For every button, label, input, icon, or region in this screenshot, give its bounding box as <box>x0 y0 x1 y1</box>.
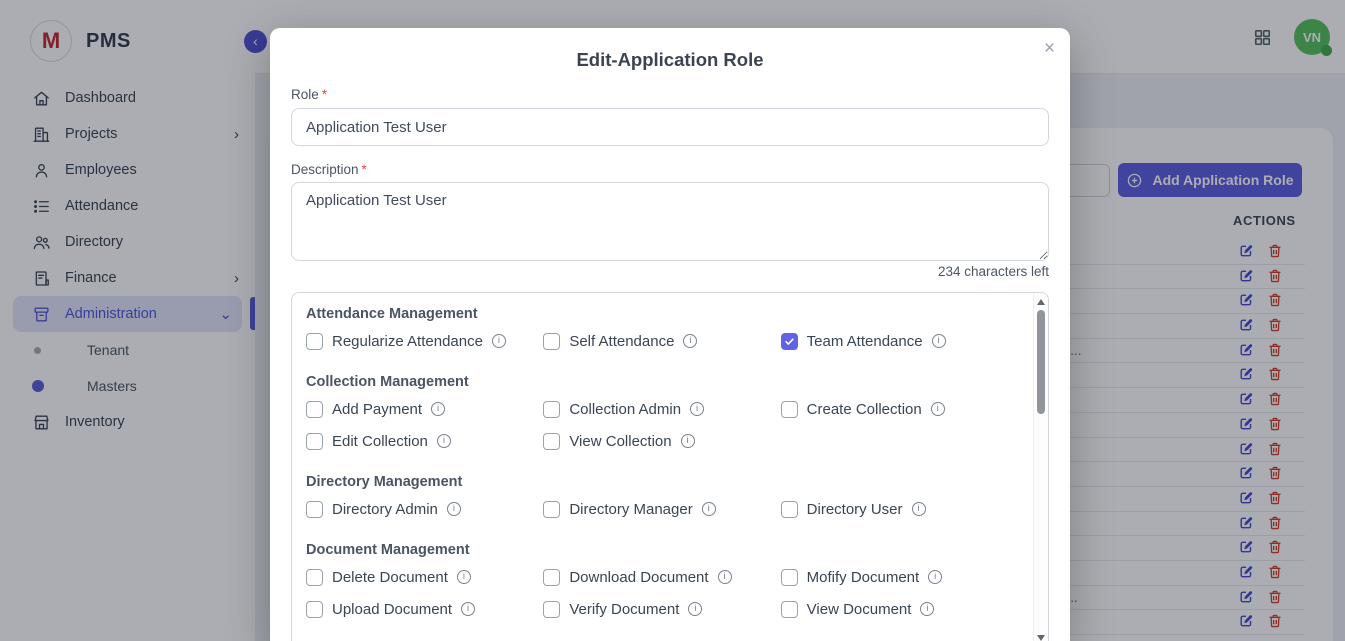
info-icon[interactable]: i <box>447 502 461 516</box>
permission-item-upload-document: Upload Document i <box>306 599 543 619</box>
permission-label: Mofify Document <box>807 569 920 586</box>
checkbox-edit-collection[interactable] <box>306 433 323 450</box>
permission-item-team-attendance: Team Attendance i <box>781 331 1018 351</box>
permission-label: Edit Collection <box>332 433 428 450</box>
info-icon[interactable]: i <box>931 402 945 416</box>
permission-group-title: Directory Management <box>306 461 1018 491</box>
permission-label: Self Attendance <box>569 333 674 350</box>
info-icon[interactable]: i <box>932 334 946 348</box>
permission-group-title: Document Management <box>306 529 1018 559</box>
scrollbar-thumb[interactable] <box>1037 310 1045 414</box>
checkbox-mofify-document[interactable] <box>781 569 798 586</box>
permission-item-delete-document: Delete Document i <box>306 567 543 587</box>
role-input[interactable] <box>291 108 1049 146</box>
info-icon[interactable]: i <box>912 502 926 516</box>
checkbox-verify-document[interactable] <box>543 601 560 618</box>
description-label: Description* <box>291 162 1049 177</box>
permission-grid: Add PaymentiCollection AdminiCreate Coll… <box>306 399 1018 451</box>
permission-item-view-collection: View Collection i <box>543 431 780 451</box>
scrollbar-down-arrow-icon[interactable] <box>1034 631 1048 641</box>
permission-item-create-collection: Create Collection i <box>781 399 1018 419</box>
modal-close-button[interactable]: × <box>1034 33 1065 64</box>
role-label: Role* <box>291 87 1049 102</box>
info-icon[interactable]: i <box>457 570 471 584</box>
checkbox-directory-admin[interactable] <box>306 501 323 518</box>
screen: M PMS DashboardProjects›EmployeesAttenda… <box>0 0 1345 641</box>
permission-grid: Regularize AttendanceiSelf AttendanceiTe… <box>306 331 1018 351</box>
checkbox-directory-manager[interactable] <box>543 501 560 518</box>
permissions-panel: Attendance Management Regularize Attendan… <box>291 292 1049 641</box>
checkbox-download-document[interactable] <box>543 569 560 586</box>
panel-scrollbar[interactable] <box>1033 293 1048 641</box>
info-icon[interactable]: i <box>461 602 475 616</box>
info-icon[interactable]: i <box>431 402 445 416</box>
permission-item-view-document: View Document i <box>781 599 1018 619</box>
permission-groups: Attendance Management Regularize Attendan… <box>292 293 1032 619</box>
required-asterisk: * <box>362 162 367 177</box>
permission-label: Upload Document <box>332 601 452 618</box>
permission-group: Directory ManagementDirectory AdminiDire… <box>306 461 1018 519</box>
description-textarea[interactable]: Application Test User <box>291 182 1049 261</box>
checkbox-team-attendance[interactable] <box>781 333 798 350</box>
info-icon[interactable]: i <box>928 570 942 584</box>
checkbox-create-collection[interactable] <box>781 401 798 418</box>
permission-item-mofify-document: Mofify Document i <box>781 567 1018 587</box>
permission-label: Regularize Attendance <box>332 333 483 350</box>
info-icon[interactable]: i <box>492 334 506 348</box>
modal-body: Role* Description* Application Test User… <box>270 87 1070 641</box>
permission-item-directory-admin: Directory Admin i <box>306 499 543 519</box>
checkbox-view-collection[interactable] <box>543 433 560 450</box>
info-icon[interactable]: i <box>688 602 702 616</box>
required-asterisk: * <box>322 87 327 102</box>
permission-label: View Collection <box>569 433 671 450</box>
permission-group-title: Attendance Management <box>306 293 1018 323</box>
info-icon[interactable]: i <box>681 434 695 448</box>
scrollbar-up-arrow-icon[interactable] <box>1034 295 1048 309</box>
permission-grid: Directory AdminiDirectory ManageriDirect… <box>306 499 1018 519</box>
checkbox-collection-admin[interactable] <box>543 401 560 418</box>
permission-item-edit-collection: Edit Collection i <box>306 431 543 451</box>
permission-label: Directory Admin <box>332 501 438 518</box>
permission-item-download-document: Download Document i <box>543 567 780 587</box>
permission-group: Collection ManagementAdd PaymentiCollect… <box>306 361 1018 451</box>
permission-group: Document ManagementDelete DocumentiDownl… <box>306 529 1018 619</box>
permission-grid: Delete DocumentiDownload DocumentiMofify… <box>306 567 1018 619</box>
permission-label: Create Collection <box>807 401 922 418</box>
permission-label: Verify Document <box>569 601 679 618</box>
permission-label: Team Attendance <box>807 333 923 350</box>
info-icon[interactable]: i <box>920 602 934 616</box>
info-icon[interactable]: i <box>702 502 716 516</box>
info-icon[interactable]: i <box>683 334 697 348</box>
checkbox-self-attendance[interactable] <box>543 333 560 350</box>
permission-group-title: Collection Management <box>306 361 1018 391</box>
permission-group: Attendance Management Regularize Attendan… <box>306 293 1018 351</box>
checkbox-view-document[interactable] <box>781 601 798 618</box>
permission-item-verify-document: Verify Document i <box>543 599 780 619</box>
permission-label: Download Document <box>569 569 708 586</box>
character-counter: 234 characters left <box>291 264 1049 281</box>
permission-item-directory-manager: Directory Manager i <box>543 499 780 519</box>
info-icon[interactable]: i <box>437 434 451 448</box>
checkbox-regularize-attendance[interactable] <box>306 333 323 350</box>
info-icon[interactable]: i <box>718 570 732 584</box>
checkbox-upload-document[interactable] <box>306 601 323 618</box>
permission-label: Collection Admin <box>569 401 681 418</box>
permission-label: Delete Document <box>332 569 448 586</box>
checkbox-add-payment[interactable] <box>306 401 323 418</box>
modal-title: Edit-Application Role <box>270 49 1070 71</box>
permission-label: Directory Manager <box>569 501 692 518</box>
permission-item-collection-admin: Collection Admin i <box>543 399 780 419</box>
permission-item-add-payment: Add Payment i <box>306 399 543 419</box>
permission-item-directory-user: Directory User i <box>781 499 1018 519</box>
edit-application-role-modal: × Edit-Application Role Role* Descriptio… <box>270 28 1070 641</box>
permission-label: Directory User <box>807 501 903 518</box>
checkbox-directory-user[interactable] <box>781 501 798 518</box>
checkbox-delete-document[interactable] <box>306 569 323 586</box>
permission-label: Add Payment <box>332 401 422 418</box>
permission-item-self-attendance: Self Attendance i <box>543 331 780 351</box>
permission-label: View Document <box>807 601 912 618</box>
permission-item-regularize-attendance: Regularize Attendance i <box>306 331 543 351</box>
info-icon[interactable]: i <box>690 402 704 416</box>
